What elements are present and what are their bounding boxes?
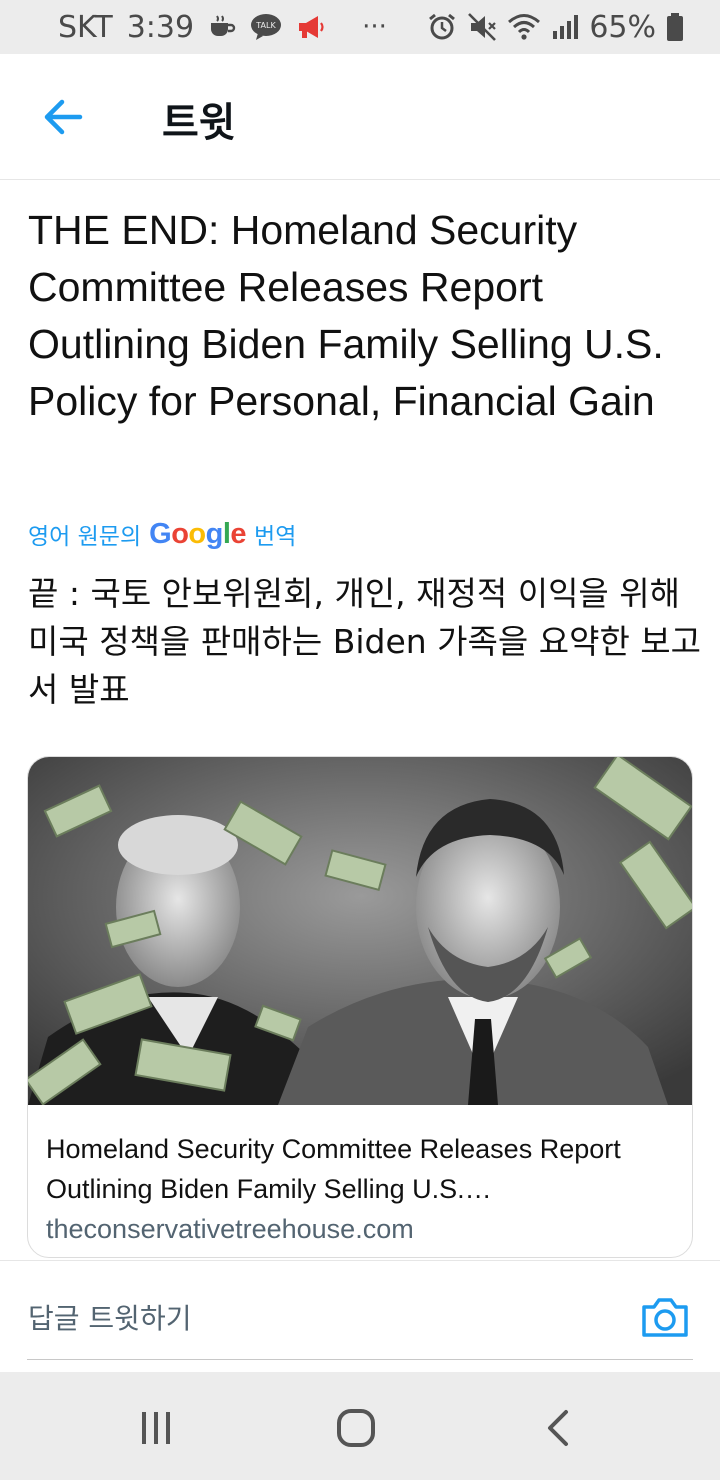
translate-suffix: 번역 — [254, 524, 297, 550]
battery-icon — [666, 12, 684, 42]
google-letter: e — [230, 517, 247, 550]
google-letter: g — [205, 517, 224, 550]
carrier-label: SKT — [58, 9, 113, 45]
card-title: Homeland Security Committee Releases Rep… — [46, 1134, 621, 1204]
reply-bar: 답글 트윗하기 — [0, 1260, 720, 1372]
google-letter: o — [171, 517, 189, 550]
card-body: Homeland Security Committee Releases Rep… — [28, 1105, 692, 1249]
alarm-icon — [427, 12, 457, 42]
mute-icon — [467, 12, 497, 42]
translated-tweet-text: 끝 : 국토 안보위원회, 개인, 재정적 이익을 위해 미국 정책을 판매하는… — [28, 574, 702, 709]
tweet-header: 트윗 — [0, 54, 720, 180]
camera-icon[interactable] — [640, 1293, 690, 1341]
translate-prefix: 영어 원문의 — [28, 524, 142, 550]
reply-divider — [27, 1359, 693, 1360]
google-letter: o — [188, 517, 206, 550]
card-image — [28, 757, 692, 1105]
wifi-icon — [507, 13, 541, 41]
recent-apps-icon[interactable] — [134, 1406, 178, 1450]
status-left: SKT 3:39 TALK ··· — [58, 10, 427, 45]
talk-icon: TALK — [250, 13, 282, 41]
page-title: 트윗 — [162, 100, 236, 146]
google-letter: G — [149, 517, 172, 550]
status-bar: SKT 3:39 TALK ··· 65% — [0, 0, 720, 54]
card-domain: theconservativetreehouse.com — [46, 1214, 414, 1244]
clock: 3:39 — [126, 9, 195, 45]
reply-input[interactable]: 답글 트윗하기 — [28, 1297, 191, 1337]
battery-percent: 65% — [589, 9, 656, 45]
back-nav-icon[interactable] — [536, 1406, 580, 1450]
coffee-icon — [208, 14, 236, 40]
status-right: 65% — [427, 10, 684, 45]
more-notifications: ··· — [362, 12, 387, 42]
system-nav-bar — [0, 1372, 720, 1480]
google-logo: Google — [149, 518, 246, 551]
svg-text:TALK: TALK — [255, 21, 276, 30]
link-preview-card[interactable]: Homeland Security Committee Releases Rep… — [27, 756, 693, 1258]
signal-icon — [551, 13, 579, 41]
translate-tweet-link[interactable]: 영어 원문의 Google 번역 — [28, 514, 296, 554]
tweet-text: THE END: Homeland Security Committee Rel… — [28, 207, 664, 424]
home-icon[interactable] — [334, 1406, 378, 1450]
megaphone-icon — [296, 13, 326, 41]
back-arrow-icon[interactable] — [40, 94, 86, 140]
